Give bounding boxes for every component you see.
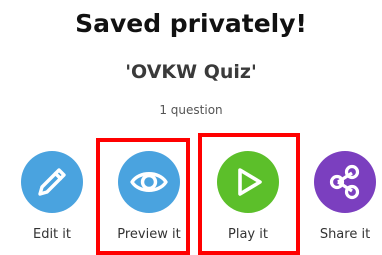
preview-button[interactable]: Preview it xyxy=(104,151,194,251)
quiz-name: 'OVKW Quiz' xyxy=(125,61,257,83)
question-count: 1 question xyxy=(159,103,223,117)
edit-button[interactable]: Edit it xyxy=(7,151,97,251)
saved-confirmation: Saved privately! 'OVKW Quiz' 1 question … xyxy=(0,0,382,255)
preview-label: Preview it xyxy=(117,227,181,242)
page-title: Saved privately! xyxy=(75,9,307,38)
pencil-icon xyxy=(21,151,83,213)
play-label: Play it xyxy=(228,227,268,242)
edit-label: Edit it xyxy=(32,227,72,242)
play-icon xyxy=(217,151,279,213)
eye-icon xyxy=(118,151,180,213)
share-label: Share it xyxy=(319,227,371,242)
play-button[interactable]: Play it xyxy=(203,151,293,251)
share-button[interactable]: Share it xyxy=(300,151,382,251)
share-icon xyxy=(314,151,376,213)
